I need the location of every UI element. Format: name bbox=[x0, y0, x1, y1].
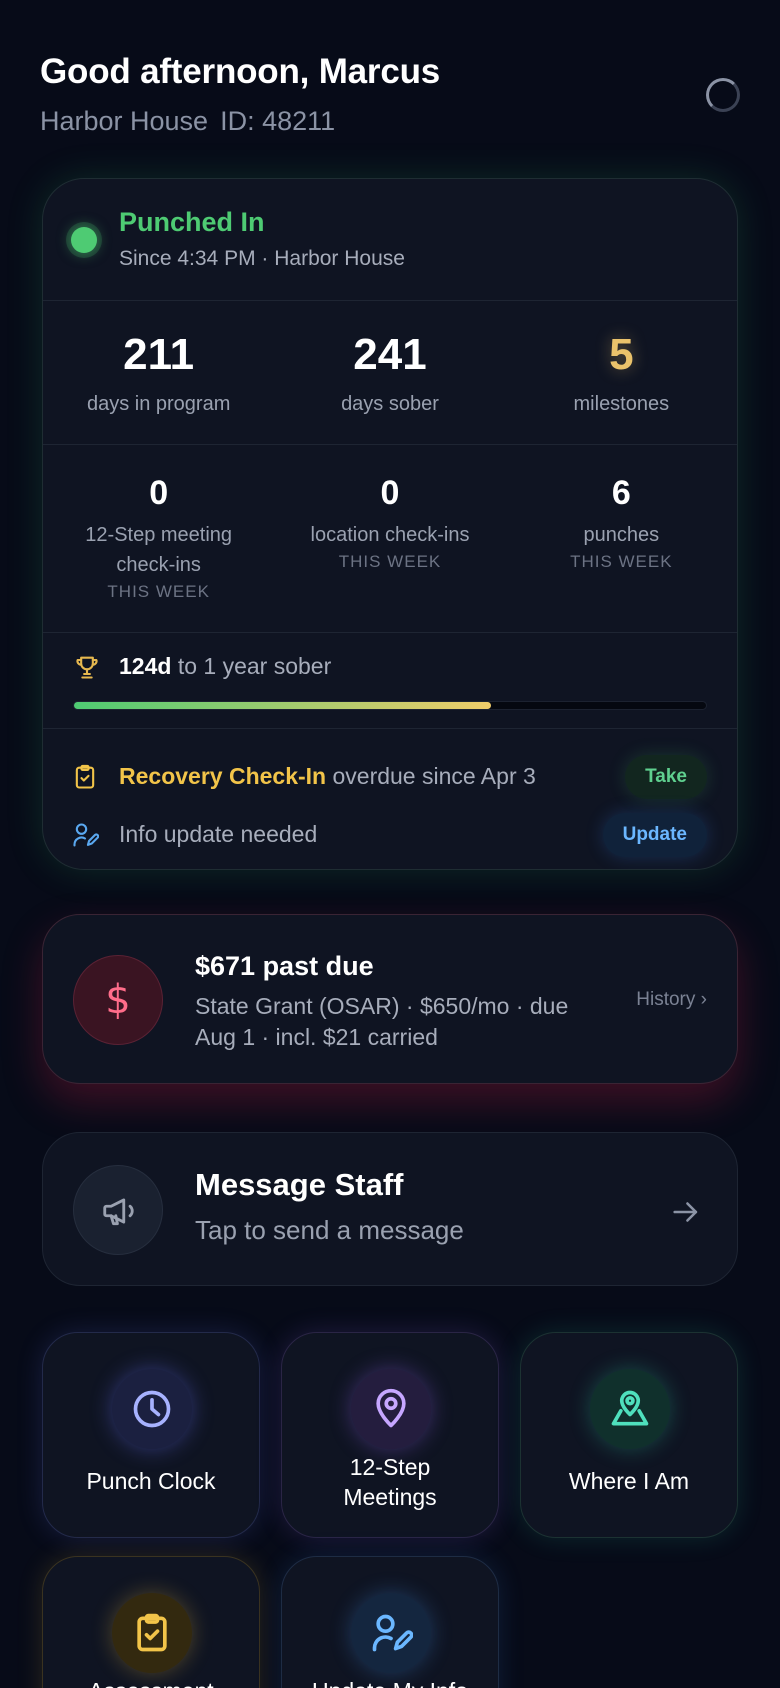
arrow-right-icon bbox=[673, 1202, 698, 1222]
stat-label-line: 12-Step meeting bbox=[85, 524, 233, 547]
stat-meeting-checkins: 0 12-Step meeting check-ins THIS WEEK bbox=[43, 445, 274, 632]
billing-detail-line: Aug 1 · incl. $21 carried bbox=[195, 1024, 438, 1051]
stat-milestones[interactable]: 5 milestones bbox=[506, 301, 737, 444]
house-subtitle: Harbor House ID: 48211 bbox=[40, 106, 740, 137]
clipboard-check-icon bbox=[75, 764, 95, 789]
message-staff-card[interactable]: Message Staff Tap to send a message bbox=[42, 1132, 738, 1286]
stat-value: 241 bbox=[353, 330, 427, 379]
stat-days-in-program: 211 days in program bbox=[43, 301, 274, 444]
tile-punch-clock[interactable]: Punch Clock bbox=[42, 1332, 260, 1538]
tile-where-i-am[interactable]: Where I Am bbox=[520, 1332, 738, 1538]
stat-label: days sober bbox=[341, 393, 439, 416]
greeting-title: Good afternoon, Marcus bbox=[40, 52, 441, 91]
clock-icon bbox=[133, 1390, 171, 1428]
map-location-icon bbox=[611, 1390, 649, 1426]
tile-icon-badge bbox=[112, 1369, 192, 1449]
billing-history-link[interactable]: History › bbox=[636, 989, 707, 1011]
loading-spinner-icon bbox=[706, 78, 740, 112]
stat-period: THIS WEEK bbox=[338, 552, 442, 572]
info-update-text: Info update needed bbox=[119, 821, 318, 847]
tile-label: Punch Clock bbox=[86, 1468, 216, 1494]
sobriety-progress-bar bbox=[73, 701, 707, 710]
stat-location-checkins: 0 location check-ins THIS WEEK bbox=[274, 445, 505, 632]
tile-assessment[interactable]: Assessment bbox=[42, 1556, 260, 1688]
stat-days-sober: 241 days sober bbox=[274, 301, 505, 444]
status-card: Punched In Since 4:34 PM · Harbor House … bbox=[42, 178, 738, 870]
goal-caption: to 1 year sober bbox=[177, 653, 332, 679]
update-info-button[interactable]: Update bbox=[602, 813, 707, 857]
tile-label: 12-Step Meetings bbox=[282, 1453, 498, 1513]
message-staff-title: Message Staff bbox=[195, 1167, 404, 1202]
map-pin-icon bbox=[376, 1388, 406, 1428]
primary-stats: 211 days in program 241 days sober 5 mil… bbox=[43, 301, 737, 445]
stat-label: milestones bbox=[573, 393, 670, 416]
stat-period: THIS WEEK bbox=[107, 582, 210, 602]
sobriety-goal: 124d to 1 year sober bbox=[43, 633, 737, 729]
goal-days-left: 124d bbox=[119, 653, 172, 679]
member-id: ID: 48211 bbox=[220, 106, 336, 136]
billing-detail: State Grant (OSAR) · $650/mo · due Aug 1… bbox=[195, 991, 615, 1053]
stat-punches: 6 punches THIS WEEK bbox=[506, 445, 737, 632]
stat-value: 211 bbox=[123, 330, 195, 379]
punch-status-title: Punched In bbox=[119, 207, 265, 237]
info-update-alert: Info update needed Update bbox=[43, 807, 737, 863]
tile-label: Update My Info bbox=[282, 1677, 498, 1688]
stat-label: 12-Step meeting check-ins bbox=[43, 520, 274, 580]
tile-icon-badge bbox=[590, 1369, 670, 1449]
billing-title: $671 past due bbox=[195, 951, 374, 981]
billing-card[interactable]: $ $671 past due State Grant (OSAR) · $65… bbox=[42, 914, 738, 1084]
user-edit-icon bbox=[372, 1614, 413, 1652]
stat-value: 0 bbox=[380, 474, 400, 512]
punch-status: Punched In Since 4:34 PM · Harbor House bbox=[43, 179, 737, 301]
tile-icon-badge bbox=[112, 1593, 192, 1673]
dollar-icon: $ bbox=[73, 955, 163, 1045]
stat-value: 6 bbox=[611, 474, 631, 512]
tile-label-line: Meetings bbox=[343, 1483, 437, 1510]
tile-label: Where I Am bbox=[568, 1468, 690, 1494]
stat-label: punches bbox=[583, 524, 660, 547]
header: Good afternoon, Marcus Harbor House ID: 4… bbox=[40, 52, 740, 137]
punch-status-subtitle: Since 4:34 PM · Harbor House bbox=[119, 247, 405, 270]
stat-label: days in program bbox=[86, 393, 231, 416]
message-staff-subtitle: Tap to send a message bbox=[195, 1215, 464, 1245]
recovery-checkin-label: Recovery Check-In bbox=[119, 763, 327, 789]
billing-detail-line: State Grant (OSAR) · $650/mo · due bbox=[195, 993, 569, 1019]
message-badge bbox=[73, 1165, 163, 1255]
tile-label: Assessment bbox=[43, 1677, 259, 1688]
recovery-checkin-alert: Recovery Check-In overdue since Apr 3 Ta… bbox=[43, 749, 737, 805]
stat-value: 0 bbox=[149, 474, 169, 512]
weekly-stats: 0 12-Step meeting check-ins THIS WEEK 0 … bbox=[43, 445, 737, 633]
tile-label-line: 12-Step bbox=[349, 1454, 431, 1480]
trophy-icon bbox=[76, 656, 98, 679]
stat-value: 5 bbox=[609, 330, 634, 379]
status-dot-icon bbox=[71, 227, 97, 253]
tile-update-my-info[interactable]: Update My Info bbox=[281, 1556, 499, 1688]
recovery-checkin-text: Recovery Check-In overdue since Apr 3 bbox=[119, 763, 536, 790]
stat-period: THIS WEEK bbox=[570, 552, 673, 572]
megaphone-icon bbox=[103, 1198, 134, 1226]
clipboard-check-icon bbox=[137, 1613, 167, 1652]
goal-text: 124d to 1 year sober bbox=[119, 653, 331, 680]
sobriety-progress-fill bbox=[74, 702, 492, 709]
recovery-checkin-status: overdue since Apr 3 bbox=[332, 763, 536, 789]
tile-icon-badge bbox=[351, 1593, 431, 1673]
take-checkin-button[interactable]: Take bbox=[625, 755, 707, 799]
tile-12-step-meetings[interactable]: 12-Step Meetings bbox=[281, 1332, 499, 1538]
stat-label-line: check-ins bbox=[116, 554, 201, 577]
house-name: Harbor House bbox=[40, 106, 209, 136]
tile-icon-badge bbox=[351, 1369, 431, 1449]
stat-label: location check-ins bbox=[310, 524, 470, 547]
user-edit-icon bbox=[73, 823, 99, 847]
